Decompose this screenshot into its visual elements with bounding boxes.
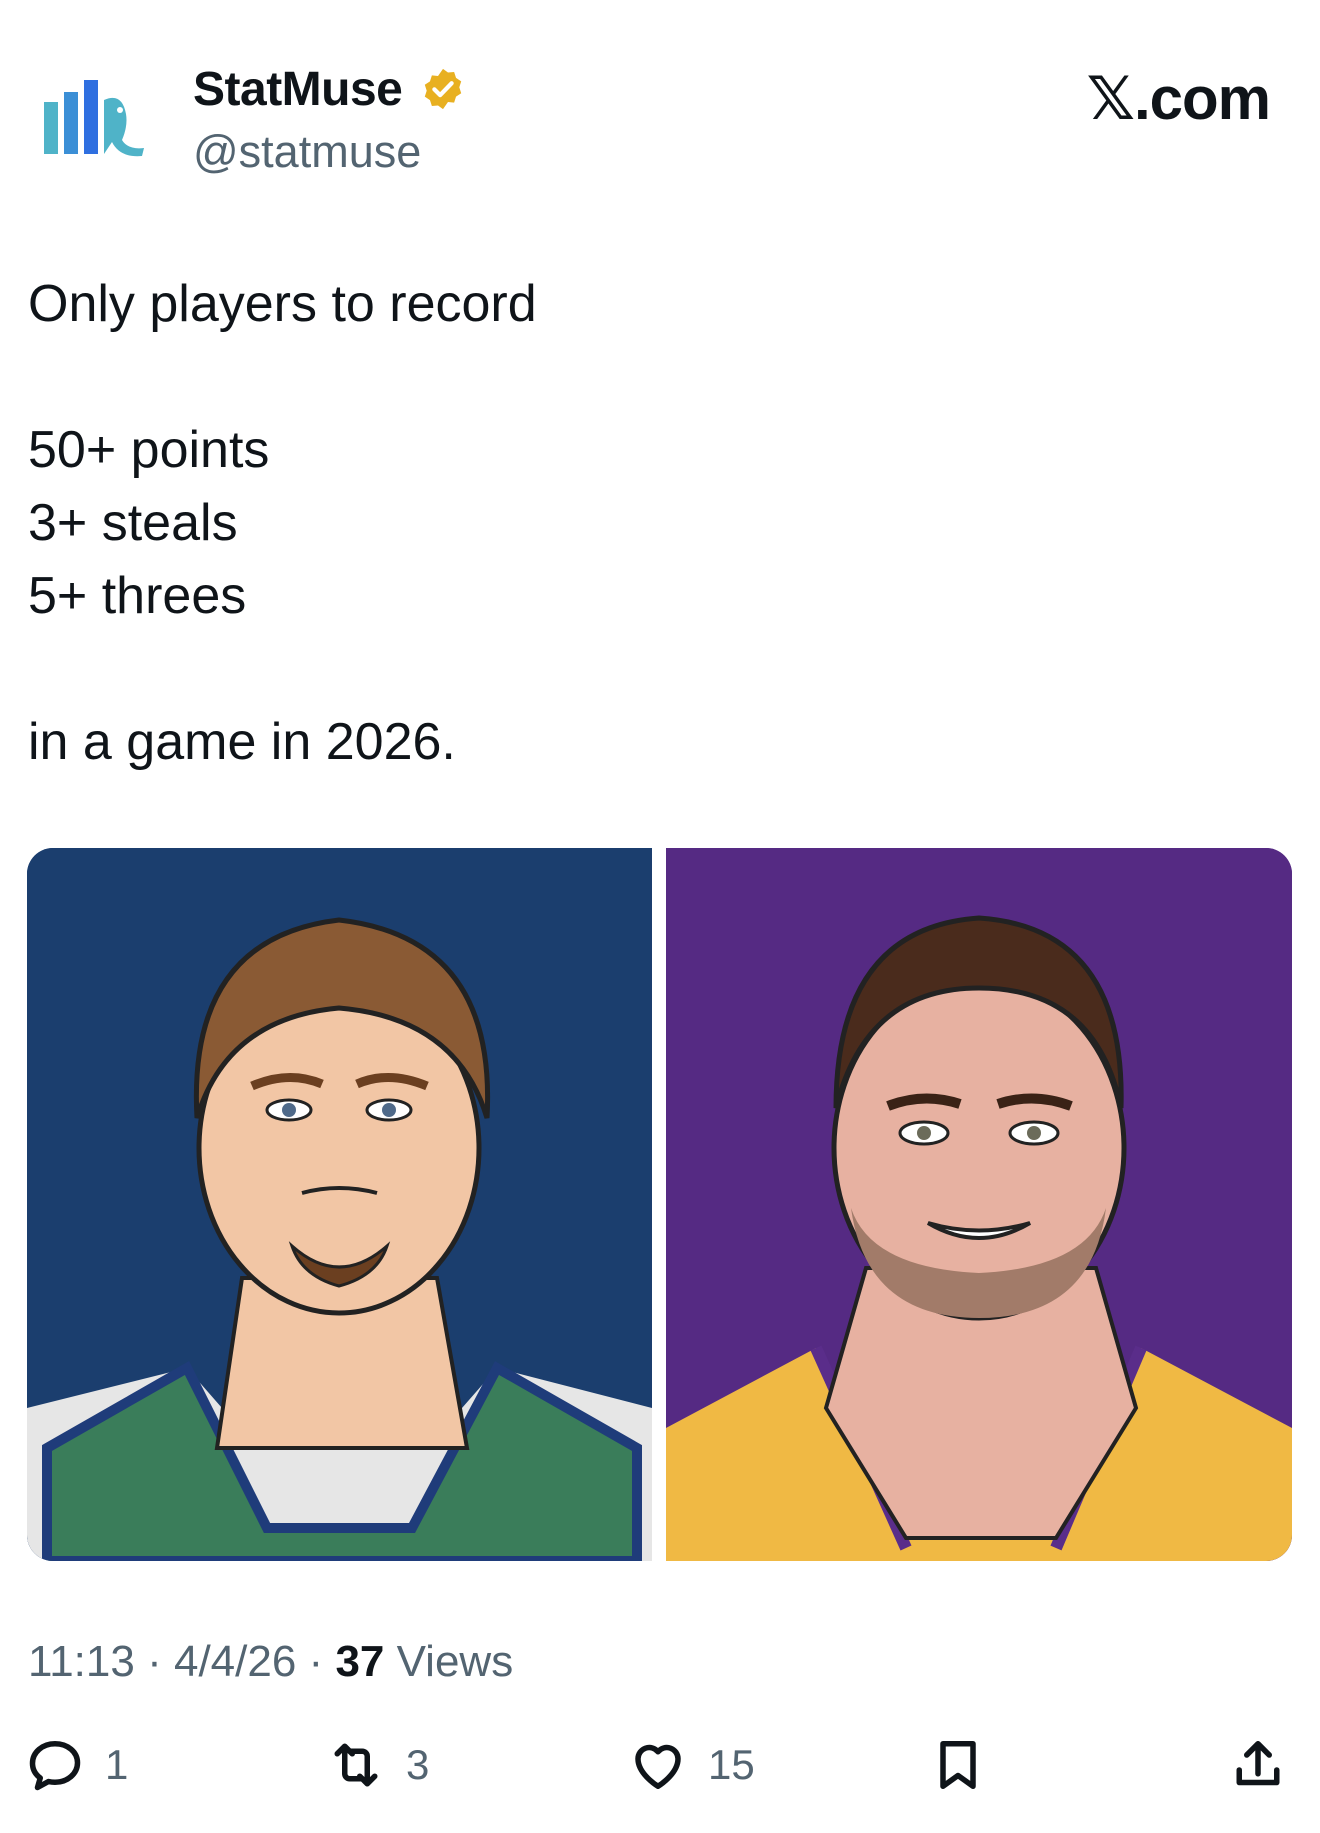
like-count: 15 — [708, 1741, 755, 1788]
media-grid[interactable] — [27, 848, 1292, 1561]
tweet-date[interactable]: 4/4/26 — [174, 1637, 296, 1686]
bookmark-button[interactable] — [928, 1730, 988, 1800]
tweet-time[interactable]: 11:13 — [28, 1637, 135, 1686]
reply-button[interactable]: 1 — [25, 1730, 128, 1800]
reply-count: 1 — [105, 1741, 129, 1788]
verified-badge-icon — [420, 66, 466, 112]
display-name[interactable]: StatMuse — [193, 60, 403, 120]
share-icon — [1236, 1741, 1280, 1786]
bookmark-icon — [940, 1741, 976, 1789]
x-brand-watermark: 𝕏.com — [1086, 65, 1271, 132]
tweet-text: Only players to record 50+ points 3+ ste… — [28, 275, 537, 771]
heart-icon — [635, 1744, 681, 1789]
tweet-meta: 11:13 · 4/4/26 · 37 Views — [28, 1634, 513, 1690]
views-count: 37 — [335, 1637, 385, 1686]
repost-button[interactable]: 3 — [326, 1730, 429, 1800]
meta-separator: · — [308, 1637, 336, 1686]
avatar[interactable] — [40, 70, 160, 180]
player-image-left[interactable] — [27, 848, 652, 1561]
like-button[interactable]: 15 — [628, 1730, 755, 1800]
share-button[interactable] — [1228, 1730, 1288, 1800]
reply-icon — [29, 1741, 81, 1791]
meta-separator: · — [147, 1637, 174, 1686]
handle[interactable]: @statmuse — [193, 124, 421, 180]
statmuse-logo-icon — [44, 80, 144, 157]
repost-count: 3 — [406, 1741, 430, 1788]
views-label: Views — [396, 1637, 514, 1686]
repost-icon — [334, 1743, 378, 1787]
player-image-right[interactable] — [666, 848, 1292, 1561]
